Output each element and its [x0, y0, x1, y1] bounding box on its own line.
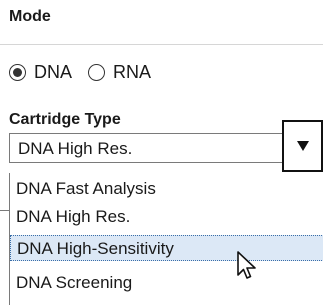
section-divider: [0, 44, 323, 45]
option-dna-fast-analysis[interactable]: DNA Fast Analysis: [10, 176, 323, 202]
radio-selected-dot: [13, 67, 22, 77]
radio-dna[interactable]: [9, 63, 26, 81]
cartridge-type-select[interactable]: DNA High Res.: [9, 133, 323, 163]
option-dna-high-res[interactable]: DNA High Res.: [10, 204, 323, 230]
radio-rna[interactable]: [88, 63, 106, 81]
cartridge-type-label: Cartridge Type: [9, 111, 121, 128]
mode-radio-group: DNA RNA: [9, 60, 167, 84]
option-dna-high-sensitivity[interactable]: DNA High-Sensitivity: [10, 235, 323, 261]
mouse-pointer-icon: [237, 251, 256, 279]
option-dna-screening[interactable]: DNA Screening: [10, 270, 323, 296]
triangle-down-icon: [296, 141, 309, 151]
selected-value: DNA High Res.: [18, 139, 133, 158]
mode-title: Mode: [9, 8, 51, 25]
radio-label-rna[interactable]: RNA: [113, 62, 151, 83]
dropdown-arrow-button[interactable]: [282, 120, 323, 172]
left-edge-line: [0, 210, 9, 211]
radio-label-dna[interactable]: DNA: [34, 62, 72, 83]
cartridge-options-list: DNA Fast Analysis DNA High Res. DNA High…: [9, 173, 323, 305]
